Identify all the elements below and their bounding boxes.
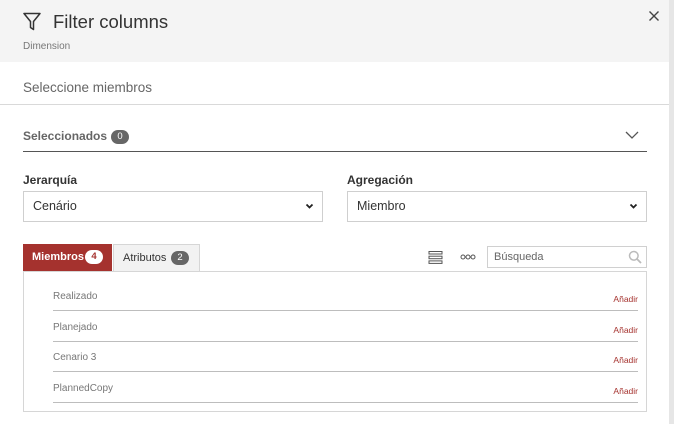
add-member-button[interactable]: Añadir (613, 294, 638, 304)
list-view-icon[interactable] (428, 250, 443, 265)
close-icon[interactable] (646, 8, 662, 24)
scrollbar[interactable] (669, 0, 674, 424)
aggregation-label: Agregación (347, 173, 414, 187)
members-list: Realizado Añadir Planejado Añadir Cenari… (23, 271, 647, 412)
add-member-button[interactable]: Añadir (613, 355, 638, 365)
member-name: Realizado (53, 291, 98, 302)
list-item: Planejado Añadir (53, 311, 638, 342)
more-options-icon[interactable] (460, 253, 476, 261)
tab-attributes-label: Atributos (123, 252, 167, 264)
hierarchy-value: Cenário (33, 199, 77, 213)
list-item: Cenario 3 Añadir (53, 341, 638, 372)
search-box (487, 246, 647, 268)
select-members-prompt: Seleccione miembros (23, 80, 153, 95)
selected-label: Seleccionados (23, 129, 108, 143)
member-name: Cenario 3 (53, 352, 97, 363)
members-count-badge: 4 (85, 250, 103, 264)
filter-icon (23, 12, 41, 31)
list-item: Realizado Añadir (53, 280, 638, 311)
tab-members[interactable]: Miembros 4 (23, 244, 112, 271)
divider (0, 104, 669, 105)
list-item: PlannedCopy Añadir (53, 372, 638, 403)
add-member-button[interactable]: Añadir (613, 325, 638, 335)
search-icon[interactable] (628, 250, 642, 264)
dialog-subtitle: Dimension (23, 41, 71, 52)
add-member-button[interactable]: Añadir (613, 386, 638, 396)
selected-members-toggle[interactable]: Seleccionados 0 (23, 126, 647, 152)
search-input[interactable] (488, 247, 624, 267)
hierarchy-select[interactable]: Cenário (23, 191, 323, 222)
tab-attributes[interactable]: Atributos 2 (113, 244, 200, 271)
tab-members-label: Miembros (32, 251, 84, 263)
chevron-down-icon (625, 131, 639, 139)
member-name: Planejado (53, 322, 98, 333)
chevron-down-icon (305, 203, 314, 209)
hierarchy-label: Jerarquía (23, 173, 78, 187)
selected-count-badge: 0 (111, 130, 129, 144)
chevron-down-icon (629, 203, 638, 209)
dialog-title: Filter columns (53, 11, 169, 32)
member-name: PlannedCopy (53, 383, 114, 394)
aggregation-select[interactable]: Miembro (347, 191, 647, 222)
attributes-count-badge: 2 (171, 251, 189, 265)
aggregation-value: Miembro (357, 199, 406, 213)
dialog-header: Filter columns Dimension (0, 0, 669, 62)
